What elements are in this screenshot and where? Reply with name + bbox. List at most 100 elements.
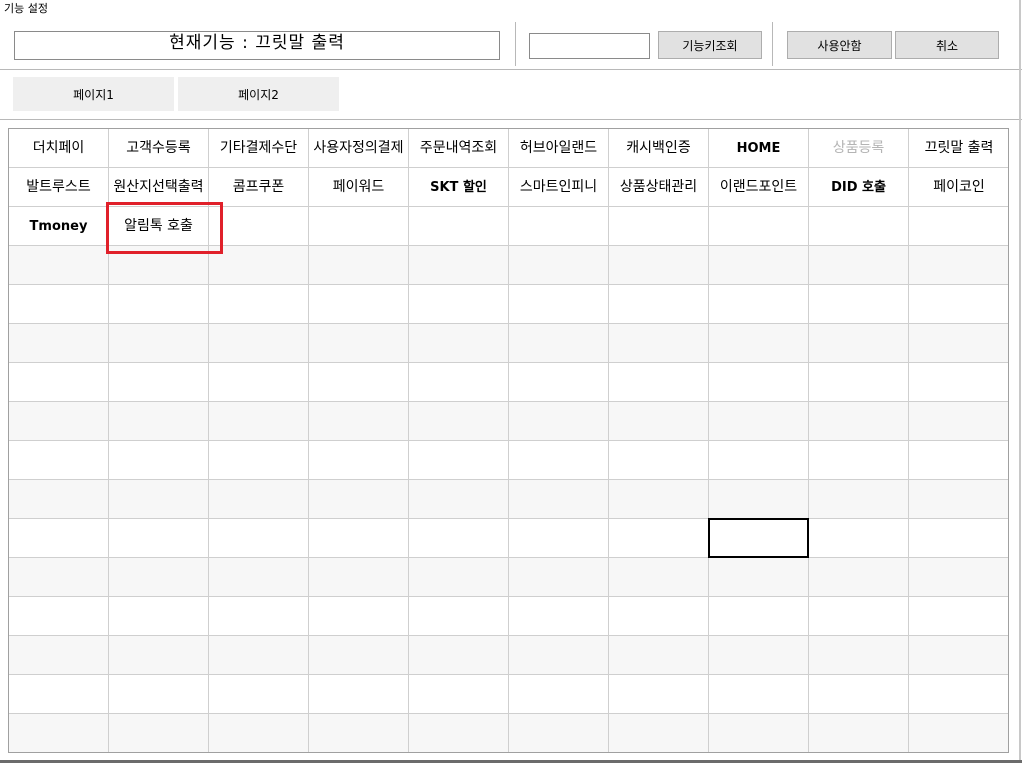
- empty-grid-cell[interactable]: [609, 714, 709, 752]
- empty-grid-cell[interactable]: [9, 402, 109, 441]
- empty-grid-cell[interactable]: [109, 636, 209, 675]
- empty-grid-cell[interactable]: [609, 402, 709, 441]
- empty-grid-cell[interactable]: [909, 285, 1008, 324]
- empty-grid-cell[interactable]: [9, 480, 109, 519]
- empty-grid-cell[interactable]: [409, 714, 509, 752]
- empty-grid-cell[interactable]: [609, 285, 709, 324]
- empty-grid-cell[interactable]: [509, 246, 609, 285]
- empty-grid-cell[interactable]: [309, 558, 409, 597]
- empty-grid-cell[interactable]: [209, 558, 309, 597]
- function-key-cell[interactable]: 주문내역조회: [409, 129, 509, 168]
- function-key-cell[interactable]: 허브아일랜드: [509, 129, 609, 168]
- function-key-cell[interactable]: 알림톡 호출: [109, 207, 209, 246]
- empty-grid-cell[interactable]: [909, 480, 1008, 519]
- empty-grid-cell[interactable]: [109, 675, 209, 714]
- empty-grid-cell[interactable]: [9, 558, 109, 597]
- empty-grid-cell[interactable]: [509, 324, 609, 363]
- function-key-cell[interactable]: 상품등록: [809, 129, 909, 168]
- empty-grid-cell[interactable]: [509, 675, 609, 714]
- empty-grid-cell[interactable]: [209, 714, 309, 752]
- empty-grid-cell[interactable]: [309, 519, 409, 558]
- function-key-cell[interactable]: 페이워드: [309, 168, 409, 207]
- function-key-cell[interactable]: SKT 할인: [409, 168, 509, 207]
- empty-grid-cell[interactable]: [409, 324, 509, 363]
- empty-grid-cell[interactable]: [909, 597, 1008, 636]
- empty-grid-cell[interactable]: [409, 363, 509, 402]
- empty-grid-cell[interactable]: [809, 207, 909, 246]
- function-key-cell[interactable]: 스마트인피니: [509, 168, 609, 207]
- empty-grid-cell[interactable]: [409, 636, 509, 675]
- empty-grid-cell[interactable]: [609, 675, 709, 714]
- empty-grid-cell[interactable]: [9, 597, 109, 636]
- empty-grid-cell[interactable]: [209, 519, 309, 558]
- empty-grid-cell[interactable]: [409, 675, 509, 714]
- empty-grid-cell[interactable]: [809, 636, 909, 675]
- empty-grid-cell[interactable]: [809, 246, 909, 285]
- empty-grid-cell[interactable]: [909, 519, 1008, 558]
- empty-grid-cell[interactable]: [209, 246, 309, 285]
- function-key-cell[interactable]: Tmoney: [9, 207, 109, 246]
- empty-grid-cell[interactable]: [509, 714, 609, 752]
- empty-grid-cell[interactable]: [809, 324, 909, 363]
- empty-grid-cell[interactable]: [409, 285, 509, 324]
- empty-grid-cell[interactable]: [509, 480, 609, 519]
- empty-grid-cell[interactable]: [809, 480, 909, 519]
- empty-grid-cell[interactable]: [209, 285, 309, 324]
- empty-grid-cell[interactable]: [809, 402, 909, 441]
- empty-grid-cell[interactable]: [309, 285, 409, 324]
- empty-grid-cell[interactable]: [709, 441, 809, 480]
- empty-grid-cell[interactable]: [809, 519, 909, 558]
- empty-grid-cell[interactable]: [309, 480, 409, 519]
- function-key-cell[interactable]: DID 호출: [809, 168, 909, 207]
- empty-grid-cell[interactable]: [109, 402, 209, 441]
- empty-grid-cell[interactable]: [509, 519, 609, 558]
- empty-grid-cell[interactable]: [609, 363, 709, 402]
- empty-grid-cell[interactable]: [409, 402, 509, 441]
- empty-grid-cell[interactable]: [109, 480, 209, 519]
- empty-grid-cell[interactable]: [709, 597, 809, 636]
- empty-grid-cell[interactable]: [609, 246, 709, 285]
- empty-grid-cell[interactable]: [609, 480, 709, 519]
- empty-grid-cell[interactable]: [809, 558, 909, 597]
- empty-grid-cell[interactable]: [809, 597, 909, 636]
- empty-grid-cell[interactable]: [409, 207, 509, 246]
- empty-grid-cell[interactable]: [909, 402, 1008, 441]
- empty-grid-cell[interactable]: [309, 714, 409, 752]
- function-key-cell[interactable]: 페이코인: [909, 168, 1008, 207]
- empty-grid-cell[interactable]: [309, 246, 409, 285]
- empty-grid-cell[interactable]: [9, 675, 109, 714]
- empty-grid-cell[interactable]: [609, 207, 709, 246]
- empty-grid-cell[interactable]: [609, 324, 709, 363]
- empty-grid-cell[interactable]: [9, 519, 109, 558]
- empty-grid-cell[interactable]: [9, 441, 109, 480]
- empty-grid-cell[interactable]: [409, 558, 509, 597]
- empty-grid-cell[interactable]: [609, 597, 709, 636]
- empty-grid-cell[interactable]: [209, 675, 309, 714]
- empty-grid-cell[interactable]: [209, 597, 309, 636]
- empty-grid-cell[interactable]: [309, 597, 409, 636]
- empty-grid-cell[interactable]: [609, 519, 709, 558]
- empty-grid-cell[interactable]: [509, 402, 609, 441]
- empty-grid-cell[interactable]: [809, 441, 909, 480]
- empty-grid-cell[interactable]: [709, 636, 809, 675]
- empty-grid-cell[interactable]: [309, 324, 409, 363]
- empty-grid-cell[interactable]: [309, 363, 409, 402]
- function-key-cell[interactable]: 원산지선택출력: [109, 168, 209, 207]
- function-key-cell[interactable]: 고객수등록: [109, 129, 209, 168]
- empty-grid-cell[interactable]: [909, 207, 1008, 246]
- empty-grid-cell[interactable]: [309, 636, 409, 675]
- empty-grid-cell[interactable]: [309, 207, 409, 246]
- empty-grid-cell[interactable]: [9, 246, 109, 285]
- empty-grid-cell[interactable]: [709, 480, 809, 519]
- empty-grid-cell[interactable]: [909, 363, 1008, 402]
- empty-grid-cell[interactable]: [909, 636, 1008, 675]
- empty-grid-cell[interactable]: [109, 519, 209, 558]
- function-key-cell[interactable]: 더치페이: [9, 129, 109, 168]
- empty-grid-cell[interactable]: [709, 402, 809, 441]
- empty-grid-cell[interactable]: [909, 558, 1008, 597]
- empty-grid-cell[interactable]: [209, 636, 309, 675]
- empty-grid-cell[interactable]: [309, 675, 409, 714]
- function-key-cell[interactable]: 이랜드포인트: [709, 168, 809, 207]
- empty-grid-cell[interactable]: [609, 558, 709, 597]
- empty-grid-cell[interactable]: [109, 246, 209, 285]
